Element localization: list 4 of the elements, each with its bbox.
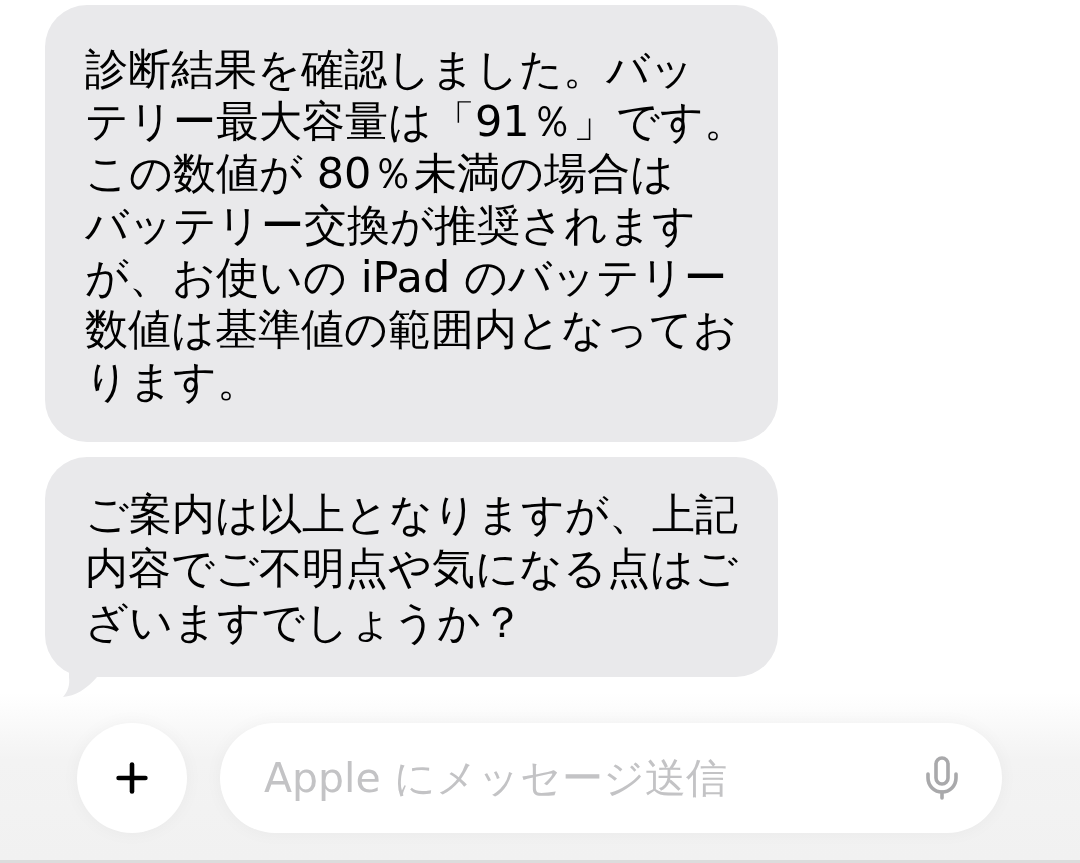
- message-bubble: 診断結果を確認しました。バッ テリー最大容量は「91％」です。 この数値が 80％未満の場合は バッテリー交換が推奨されます が、お使いの iPad のバッテリー 数値は基準値の範囲内となってお ります。: [45, 5, 778, 442]
- message-bubble: ご案内は以上となりますが、上記 内容でご不明点や気になる点はご ざいますでしょうか？: [45, 457, 778, 677]
- message-input[interactable]: Apple にメッセージ送信: [264, 750, 906, 806]
- message-field[interactable]: Apple にメッセージ送信: [220, 723, 1002, 833]
